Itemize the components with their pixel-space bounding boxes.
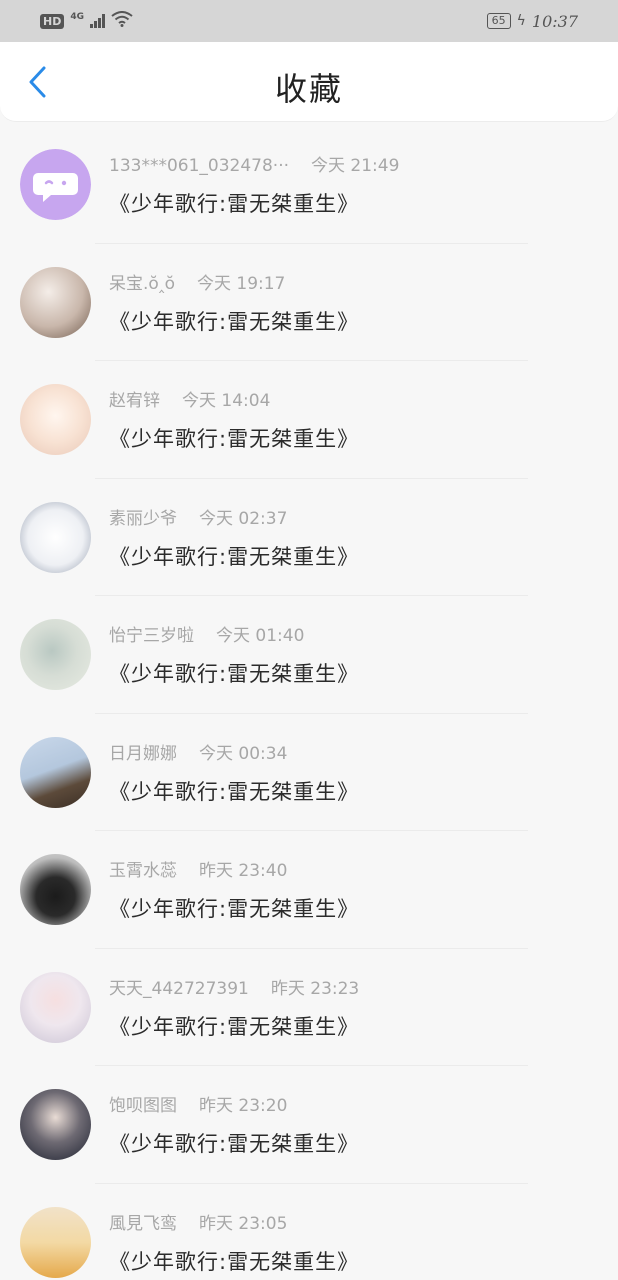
avatar[interactable] — [20, 149, 91, 221]
item-content: 《少年歌行:雷无桀重生》 — [109, 1249, 360, 1274]
status-time: 10:37 — [531, 11, 578, 31]
status-bar: HD 4G 65 ϟ 10:37 — [0, 0, 618, 42]
list-item[interactable]: 怡宁三岁啦 今天 01:40 《少年歌行:雷无桀重生》 — [0, 596, 618, 714]
list-item[interactable]: 素丽少爷 今天 02:37 《少年歌行:雷无桀重生》 — [0, 479, 618, 596]
avatar[interactable] — [20, 736, 91, 808]
list-item[interactable]: 呆宝.ŏ‸ŏ 今天 19:17 《少年歌行:雷无桀重生》 — [0, 244, 618, 361]
avatar[interactable] — [20, 1089, 91, 1161]
item-time: 昨天 23:40 — [199, 861, 288, 882]
item-time: 昨天 23:05 — [199, 1213, 288, 1234]
item-texts: 素丽少爷 今天 02:37 《少年歌行:雷无桀重生》 — [109, 504, 618, 571]
item-content: 《少年歌行:雷无桀重生》 — [109, 309, 360, 334]
nav-header: 收藏 — [0, 42, 618, 122]
item-time: 今天 14:04 — [182, 391, 271, 412]
avatar[interactable] — [20, 619, 91, 691]
list-item[interactable]: 133***061_032478··· 今天 21:49 《少年歌行:雷无桀重生… — [0, 126, 618, 244]
status-bar-left: HD 4G — [40, 11, 133, 31]
item-texts: 玉霄水蕊 昨天 23:40 《少年歌行:雷无桀重生》 — [109, 856, 618, 923]
avatar[interactable] — [20, 501, 91, 573]
avatar[interactable] — [20, 971, 91, 1043]
item-meta: 怡宁三岁啦 今天 01:40 — [109, 621, 618, 646]
charging-icon: ϟ — [516, 13, 526, 29]
list-item[interactable]: 玉霄水蕊 昨天 23:40 《少年歌行:雷无桀重生》 — [0, 831, 618, 949]
item-time: 今天 19:17 — [196, 273, 286, 294]
hd-badge: HD — [40, 13, 65, 29]
item-time: 今天 21:49 — [311, 156, 400, 177]
item-content: 《少年歌行:雷无桀重生》 — [109, 192, 360, 217]
user-name: 玉霄水蕊 — [109, 861, 177, 882]
signal-icon — [90, 14, 105, 28]
item-meta: 風見飞鸾 昨天 23:05 — [109, 1209, 618, 1234]
item-meta: 赵宥锌 今天 14:04 — [109, 386, 618, 411]
item-meta: 133***061_032478··· 今天 21:49 — [109, 151, 618, 176]
item-meta: 天天_442727391 昨天 23:23 — [109, 974, 618, 999]
item-time: 今天 01:40 — [216, 626, 305, 647]
item-texts: 怡宁三岁啦 今天 01:40 《少年歌行:雷无桀重生》 — [109, 621, 618, 688]
item-meta: 素丽少爷 今天 02:37 — [109, 504, 618, 529]
user-name: 怡宁三岁啦 — [109, 626, 194, 647]
list-item[interactable]: 日月娜娜 今天 00:34 《少年歌行:雷无桀重生》 — [0, 714, 618, 831]
avatar[interactable] — [20, 384, 91, 456]
wifi-icon — [111, 11, 133, 31]
item-content: 《少年歌行:雷无桀重生》 — [109, 544, 360, 569]
user-name: 日月娜娜 — [109, 743, 177, 764]
item-content: 《少年歌行:雷无桀重生》 — [109, 662, 360, 687]
list-item[interactable]: 赵宥锌 今天 14:04 《少年歌行:雷无桀重生》 — [0, 361, 618, 479]
user-name: 風見飞鸾 — [109, 1213, 177, 1234]
list-item[interactable]: 風見飞鸾 昨天 23:05 《少年歌行:雷无桀重生》 — [0, 1184, 618, 1280]
favorites-list: 133***061_032478··· 今天 21:49 《少年歌行:雷无桀重生… — [0, 126, 618, 1280]
item-content: 《少年歌行:雷无桀重生》 — [109, 1132, 360, 1157]
battery-icon: 65 — [486, 13, 511, 29]
item-content: 《少年歌行:雷无桀重生》 — [109, 427, 360, 452]
status-bar-right: 65 ϟ 10:37 — [486, 11, 578, 31]
item-texts: 天天_442727391 昨天 23:23 《少年歌行:雷无桀重生》 — [109, 974, 618, 1041]
item-meta: 玉霄水蕊 昨天 23:40 — [109, 856, 618, 881]
list-item[interactable]: 饱呗图图 昨天 23:20 《少年歌行:雷无桀重生》 — [0, 1066, 618, 1184]
page-title: 收藏 — [274, 70, 343, 108]
item-time: 昨天 23:20 — [199, 1096, 288, 1117]
item-meta: 饱呗图图 昨天 23:20 — [109, 1091, 618, 1116]
item-texts: 赵宥锌 今天 14:04 《少年歌行:雷无桀重生》 — [109, 386, 618, 453]
user-name: 素丽少爷 — [109, 508, 177, 529]
user-name: 133***061_032478··· — [109, 156, 290, 177]
list-item[interactable]: 天天_442727391 昨天 23:23 《少年歌行:雷无桀重生》 — [0, 949, 618, 1066]
item-texts: 呆宝.ŏ‸ŏ 今天 19:17 《少年歌行:雷无桀重生》 — [109, 269, 618, 336]
avatar[interactable] — [20, 1206, 91, 1278]
item-time: 今天 00:34 — [199, 743, 288, 764]
item-meta: 呆宝.ŏ‸ŏ 今天 19:17 — [109, 269, 618, 294]
item-content: 《少年歌行:雷无桀重生》 — [109, 897, 360, 922]
avatar[interactable] — [20, 854, 91, 926]
item-texts: 133***061_032478··· 今天 21:49 《少年歌行:雷无桀重生… — [109, 151, 618, 218]
user-name: 赵宥锌 — [109, 391, 160, 412]
item-texts: 風見飞鸾 昨天 23:05 《少年歌行:雷无桀重生》 — [109, 1209, 618, 1276]
item-texts: 饱呗图图 昨天 23:20 《少年歌行:雷无桀重生》 — [109, 1091, 618, 1158]
item-content: 《少年歌行:雷无桀重生》 — [109, 1014, 360, 1039]
item-texts: 日月娜娜 今天 00:34 《少年歌行:雷无桀重生》 — [109, 739, 618, 806]
item-content: 《少年歌行:雷无桀重生》 — [109, 779, 360, 804]
user-name: 饱呗图图 — [109, 1096, 177, 1117]
user-name: 呆宝.ŏ‸ŏ — [109, 273, 175, 294]
avatar[interactable] — [20, 266, 91, 338]
network-type-label: 4G — [70, 12, 84, 22]
item-meta: 日月娜娜 今天 00:34 — [109, 739, 618, 764]
user-name: 天天_442727391 — [109, 978, 249, 999]
item-time: 昨天 23:23 — [270, 978, 360, 999]
item-time: 今天 02:37 — [199, 508, 288, 529]
